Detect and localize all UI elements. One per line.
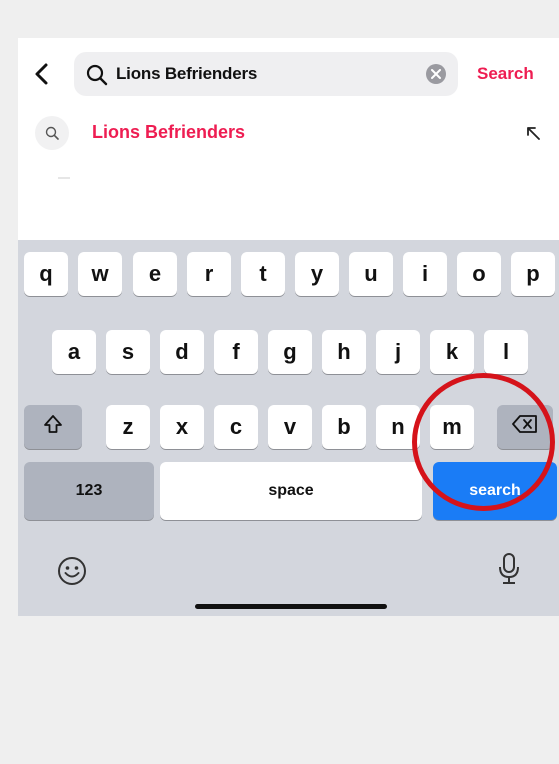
shift-icon [42, 413, 64, 441]
divider [58, 177, 70, 179]
key-h[interactable]: h [322, 330, 366, 374]
shift-key[interactable] [24, 405, 82, 449]
arrow-up-left-icon[interactable] [524, 124, 542, 147]
suggestion-item[interactable]: Lions Befrienders [18, 110, 559, 158]
key-s[interactable]: s [106, 330, 150, 374]
key-q[interactable]: q [24, 252, 68, 296]
phone-screen: Lions Befrienders Search Lions Befriende… [18, 38, 559, 616]
key-r[interactable]: r [187, 252, 231, 296]
key-t[interactable]: t [241, 252, 285, 296]
key-o[interactable]: o [457, 252, 501, 296]
key-y[interactable]: y [295, 252, 339, 296]
search-query-text: Lions Befrienders [116, 64, 258, 83]
key-c[interactable]: c [214, 405, 258, 449]
back-chevron-icon[interactable] [32, 60, 52, 88]
key-g[interactable]: g [268, 330, 312, 374]
space-key[interactable]: space [160, 462, 422, 520]
search-icon [86, 64, 108, 91]
key-d[interactable]: d [160, 330, 204, 374]
key-b[interactable]: b [322, 405, 366, 449]
search-button[interactable]: Search [477, 64, 534, 84]
key-k[interactable]: k [430, 330, 474, 374]
search-icon [35, 116, 69, 150]
search-input[interactable]: Lions Befrienders [74, 52, 458, 96]
annotation-circle [412, 373, 555, 511]
key-x[interactable]: x [160, 405, 204, 449]
key-a[interactable]: a [52, 330, 96, 374]
clear-icon[interactable] [426, 64, 446, 84]
home-indicator [195, 604, 387, 609]
key-z[interactable]: z [106, 405, 150, 449]
microphone-icon[interactable] [497, 552, 521, 591]
key-u[interactable]: u [349, 252, 393, 296]
key-i[interactable]: i [403, 252, 447, 296]
key-p[interactable]: p [511, 252, 555, 296]
key-f[interactable]: f [214, 330, 258, 374]
key-w[interactable]: w [78, 252, 122, 296]
key-v[interactable]: v [268, 405, 312, 449]
suggestion-label: Lions Befrienders [92, 122, 246, 142]
key-e[interactable]: e [133, 252, 177, 296]
numbers-key[interactable]: 123 [24, 462, 154, 520]
emoji-icon[interactable] [57, 556, 87, 591]
key-l[interactable]: l [484, 330, 528, 374]
key-j[interactable]: j [376, 330, 420, 374]
